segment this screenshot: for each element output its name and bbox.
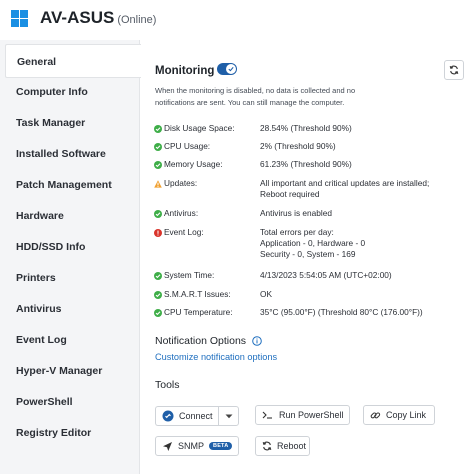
chevron-down-icon [225,414,232,418]
status-label: Disk Usage Space: [164,123,235,133]
notification-options-title: Notification Options [155,335,247,347]
check-circle-icon [154,210,162,218]
snmp-label: SNMP [178,441,205,451]
connect-icon [162,410,174,422]
status-value-line: 35°C (95.00°F) (Threshold 80°C (176.00°F… [260,307,423,317]
sidebar-item-powershell[interactable]: PowerShell [0,385,140,419]
sidebar-item-general[interactable]: General [5,44,146,78]
monitoring-title: Monitoring [155,65,215,77]
status-label: Antivirus: [164,208,199,218]
status-value: All important and critical updates are i… [260,178,474,200]
refresh-icon [449,65,459,75]
send-icon [162,441,173,452]
status-label: S.M.A.R.T Issues: [164,289,231,299]
status-label: Memory Usage: [164,159,223,169]
check-circle-icon [154,125,162,133]
status-value: 2% (Threshold 90%) [260,141,474,152]
status-value-line: OK [260,289,272,299]
terminal-icon [262,410,274,420]
refresh-button[interactable] [444,60,464,80]
status-value-line: 28.54% (Threshold 90%) [260,123,352,133]
error-icon [154,229,162,237]
warning-icon [154,180,162,188]
sidebar-item-task-manager[interactable]: Task Manager [0,106,140,140]
checkmark-icon [228,66,234,72]
status-value: 35°C (95.00°F) (Threshold 80°C (176.00°F… [260,307,474,318]
copy-link-button[interactable]: Copy Link [363,405,435,425]
info-icon[interactable] [252,336,262,347]
sidebar-item-hardware[interactable]: Hardware [0,199,140,233]
status-value: OK [260,289,474,300]
connect-dropdown-button[interactable] [218,406,239,426]
status-value-line: 61.23% (Threshold 90%) [260,159,352,169]
copy-link-label: Copy Link [386,410,427,420]
status-value-line: 4/13/2023 5:54:05 AM (UTC+02:00) [260,270,392,280]
computer-title: AV-ASUS (Online) [40,8,156,28]
notification-options-heading: Notification Options [155,335,262,347]
status-label: Event Log: [164,227,204,237]
status-value: Total errors per day: Application - 0, H… [260,227,474,260]
monitoring-description: When the monitoring is disabled, no data… [155,85,385,109]
status-label: CPU Usage: [164,141,211,151]
status-label: Updates: [164,178,198,188]
sidebar-item-hdd-ssd-info[interactable]: HDD/SSD Info [0,230,140,264]
check-circle-icon [154,272,162,280]
monitoring-toggle[interactable] [217,63,237,75]
sidebar-item-hyper-v-manager[interactable]: Hyper-V Manager [0,354,140,388]
status-value: 28.54% (Threshold 90%) [260,123,474,134]
status-value-line: All important and critical updates are i… [260,178,430,188]
reboot-button[interactable]: Reboot [255,436,310,456]
tools-title: Tools [155,379,180,391]
snmp-button[interactable]: SNMP BETA [155,436,239,456]
check-circle-icon [154,161,162,169]
status-value-line: Antivirus is enabled [260,208,332,218]
computer-name: AV-ASUS [40,8,115,27]
status-value-line: Total errors per day: [260,227,334,237]
check-circle-icon [154,291,162,299]
online-status: (Online) [117,14,157,26]
window-header: AV-ASUS (Online) [0,0,474,36]
sidebar-item-installed-software[interactable]: Installed Software [0,137,140,171]
run-powershell-button[interactable]: Run PowerShell [255,405,350,425]
connect-label: Connect [179,411,213,421]
status-value-line: Reboot required [260,189,320,199]
check-circle-icon [154,143,162,151]
connect-button[interactable]: Connect [155,406,218,426]
sidebar-item-printers[interactable]: Printers [0,261,140,295]
sidebar: General Computer Info Task Manager Insta… [0,40,146,474]
toggle-knob [226,64,236,74]
status-value-line: Security - 0, System - 169 [260,249,356,259]
reboot-icon [262,441,272,451]
sidebar-item-event-log[interactable]: Event Log [0,323,140,357]
link-icon [370,410,381,421]
monitoring-description-line-1: When the monitoring is disabled, no data… [155,86,356,95]
status-value-line: Application - 0, Hardware - 0 [260,238,366,248]
run-powershell-label: Run PowerShell [279,410,344,420]
sidebar-item-computer-info[interactable]: Computer Info [0,75,140,109]
customize-notification-options-link[interactable]: Customize notification options [155,352,277,362]
check-circle-icon [154,309,162,317]
status-value-line: 2% (Threshold 90%) [260,141,336,151]
sidebar-item-patch-management[interactable]: Patch Management [0,168,140,202]
general-panel: Monitoring When the monitoring is disabl… [141,40,474,474]
status-value: 61.23% (Threshold 90%) [260,159,474,170]
beta-badge: BETA [209,442,233,450]
status-label: System Time: [164,270,215,280]
status-value: 4/13/2023 5:54:05 AM (UTC+02:00) [260,270,474,281]
monitoring-description-line-2: notifications are sent. You can still ma… [155,98,345,107]
status-value: Antivirus is enabled [260,208,474,219]
reboot-label: Reboot [277,441,307,451]
status-label: CPU Temperature: [164,307,233,317]
windows-logo-icon [11,10,28,27]
sidebar-item-antivirus[interactable]: Antivirus [0,292,140,326]
sidebar-item-registry-editor[interactable]: Registry Editor [0,416,140,450]
